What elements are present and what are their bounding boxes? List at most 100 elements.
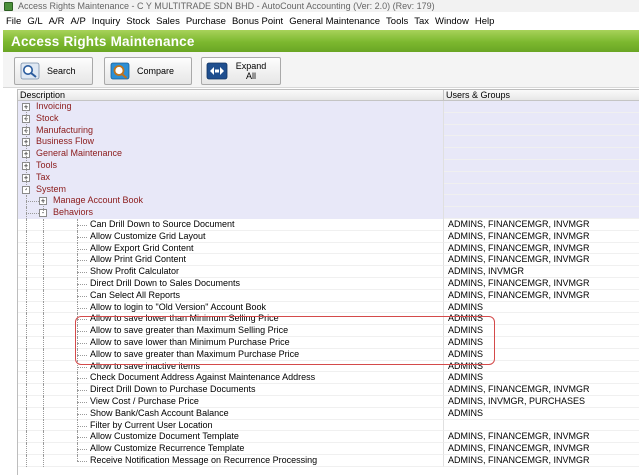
access-right-users[interactable]: ADMINS, INVMGR, PURCHASES <box>444 396 639 408</box>
menu-file[interactable]: File <box>6 16 21 27</box>
access-right-label: View Cost / Purchase Price <box>90 395 199 406</box>
search-button[interactable]: Search <box>14 57 93 85</box>
tree-node-users <box>444 113 639 125</box>
access-right-row[interactable]: Allow to save greater than Maximum Purch… <box>18 348 639 361</box>
access-right-users[interactable]: ADMINS, FINANCEMGR, INVMGR <box>444 278 639 290</box>
access-right-row[interactable]: Show Profit Calculator ADMINS, INVMGR <box>18 266 639 278</box>
access-right-users[interactable]: ADMINS, FINANCEMGR, INVMGR <box>444 455 639 467</box>
tree-node[interactable]: + Tools <box>18 159 639 172</box>
menu-purchase[interactable]: Purchase <box>186 16 226 27</box>
access-right-row[interactable]: View Cost / Purchase Price ADMINS, INVMGR… <box>18 395 639 408</box>
access-right-users[interactable]: ADMINS <box>444 325 639 337</box>
access-right-row[interactable]: Allow Customize Recurrence Template ADMIN… <box>18 443 639 455</box>
access-right-row[interactable]: Allow to login to "Old Version" Account … <box>18 301 639 314</box>
access-right-description: Allow Customize Document Template <box>18 431 444 444</box>
access-right-row[interactable]: Check Document Address Against Maintenan… <box>18 372 639 385</box>
access-right-label: Allow to save greater than Maximum Selli… <box>90 325 289 336</box>
access-right-row[interactable]: Allow Print Grid Content ADMINS, FINANCEM… <box>18 254 639 267</box>
menu-stock[interactable]: Stock <box>126 16 150 27</box>
menu-a-r[interactable]: A/R <box>49 16 65 27</box>
tree-node[interactable]: + Manage Account Book <box>18 195 639 208</box>
tree-connector <box>26 336 27 349</box>
menu-sales[interactable]: Sales <box>156 16 180 27</box>
tree-connector <box>77 437 87 439</box>
access-right-row[interactable]: Allow to save lower than Minimum Purchas… <box>18 336 639 349</box>
menu-window[interactable]: Window <box>435 16 469 27</box>
access-right-row[interactable]: Show Bank/Cash Account Balance ADMINS <box>18 407 639 420</box>
access-right-row[interactable]: Allow Customize Grid Layout ADMINS, FINAN… <box>18 230 639 243</box>
menu-inquiry[interactable]: Inquiry <box>92 16 121 27</box>
tree-node[interactable]: + Tax <box>18 171 639 184</box>
access-right-users[interactable]: ADMINS <box>444 349 639 361</box>
access-right-row[interactable]: Can Drill Down to Source Document ADMINS,… <box>18 218 639 231</box>
access-right-users[interactable]: ADMINS, INVMGR <box>444 266 639 278</box>
access-right-description: Filter by Current User Location <box>18 419 444 432</box>
menu-bonus-point[interactable]: Bonus Point <box>232 16 283 27</box>
tree-node-label: Manage Account Book <box>53 195 144 206</box>
column-header-description[interactable]: Description <box>18 90 444 100</box>
access-right-users[interactable]: ADMINS, FINANCEMGR, INVMGR <box>444 254 639 267</box>
expand-all-button[interactable]: Expand All <box>201 57 281 85</box>
menu-tax[interactable]: Tax <box>414 16 429 27</box>
menu-tools[interactable]: Tools <box>386 16 408 27</box>
access-right-users[interactable]: ADMINS <box>444 337 639 349</box>
access-right-users[interactable]: ADMINS, FINANCEMGR, INVMGR <box>444 290 639 302</box>
access-right-users[interactable]: ADMINS, FINANCEMGR, INVMGR <box>444 219 639 231</box>
window-title-bar: Access Rights Maintenance - C Y MULTITRA… <box>0 0 639 12</box>
tree-connector <box>43 313 44 326</box>
access-right-users[interactable]: ADMINS <box>444 361 639 373</box>
menu-a-p[interactable]: A/P <box>70 16 85 27</box>
tree-node[interactable]: + Manufacturing <box>18 124 639 137</box>
tree-connector <box>43 431 44 444</box>
access-right-description: Allow to login to "Old Version" Account … <box>18 301 444 314</box>
access-right-users[interactable]: ADMINS, FINANCEMGR, INVMGR <box>444 443 639 455</box>
menu-g-l[interactable]: G/L <box>27 16 42 27</box>
access-right-row[interactable]: Allow to save greater than Maximum Selli… <box>18 325 639 337</box>
tree-connector <box>43 218 44 231</box>
tree-connector <box>43 201 44 214</box>
tree-connector <box>43 395 44 408</box>
access-right-label: Allow Customize Recurrence Template <box>90 443 245 454</box>
access-right-users[interactable]: ADMINS, FINANCEMGR, INVMGR <box>444 231 639 243</box>
access-right-description: Allow to save greater than Maximum Purch… <box>18 348 444 361</box>
tree-connector <box>43 419 44 432</box>
menu-general-maintenance[interactable]: General Maintenance <box>289 16 380 27</box>
menu-help[interactable]: Help <box>475 16 495 27</box>
access-right-label: Check Document Address Against Maintenan… <box>90 372 316 383</box>
access-right-users[interactable]: ADMINS, FINANCEMGR, INVMGR <box>444 431 639 444</box>
access-right-row[interactable]: Allow to save inactive items ADMINS <box>18 360 639 373</box>
access-right-label: Filter by Current User Location <box>90 419 213 430</box>
access-right-users[interactable]: ADMINS <box>444 408 639 420</box>
tree-node[interactable]: + General Maintenance <box>18 148 639 160</box>
tree-connector <box>43 230 44 243</box>
tree-connector <box>77 236 87 238</box>
access-right-row[interactable]: Direct Drill Down to Sales Documents ADMI… <box>18 277 639 290</box>
compare-button[interactable]: Compare <box>104 57 192 85</box>
access-right-users[interactable]: ADMINS <box>444 302 639 314</box>
access-right-users[interactable]: ADMINS <box>444 372 639 385</box>
access-right-users[interactable]: ADMINS <box>444 313 639 326</box>
access-right-row[interactable]: Can Select All Reports ADMINS, FINANCEMGR… <box>18 289 639 302</box>
tree-node-label: System <box>36 183 67 194</box>
tree-node[interactable]: + Invoicing <box>18 101 639 113</box>
access-right-users[interactable] <box>444 420 639 432</box>
access-right-row[interactable]: Allow to save lower than Minimum Selling… <box>18 313 639 326</box>
tree-connector <box>77 307 87 309</box>
tree-node[interactable]: - System <box>18 183 639 196</box>
column-header-users-groups[interactable]: Users & Groups <box>444 90 639 100</box>
access-right-row[interactable]: Direct Drill Down to Purchase Documents A… <box>18 384 639 396</box>
access-right-label: Show Profit Calculator <box>90 266 180 277</box>
access-right-row[interactable]: Filter by Current User Location <box>18 419 639 432</box>
access-right-users[interactable]: ADMINS, FINANCEMGR, INVMGR <box>444 243 639 255</box>
tree-node[interactable]: + Business Flow <box>18 136 639 149</box>
tree-node[interactable]: + Stock <box>18 112 639 125</box>
access-right-row[interactable]: Receive Notification Message on Recurren… <box>18 454 639 467</box>
tree-node[interactable]: - Behaviors <box>18 207 639 219</box>
access-right-users[interactable]: ADMINS, FINANCEMGR, INVMGR <box>444 384 639 396</box>
tree-connector <box>43 348 44 361</box>
access-right-row[interactable]: Allow Export Grid Content ADMINS, FINANCE… <box>18 242 639 255</box>
tree-connector <box>43 336 44 349</box>
access-right-row[interactable]: Allow Customize Document Template ADMINS,… <box>18 431 639 444</box>
expand-all-icon <box>206 61 228 81</box>
tree-connector <box>77 248 87 250</box>
